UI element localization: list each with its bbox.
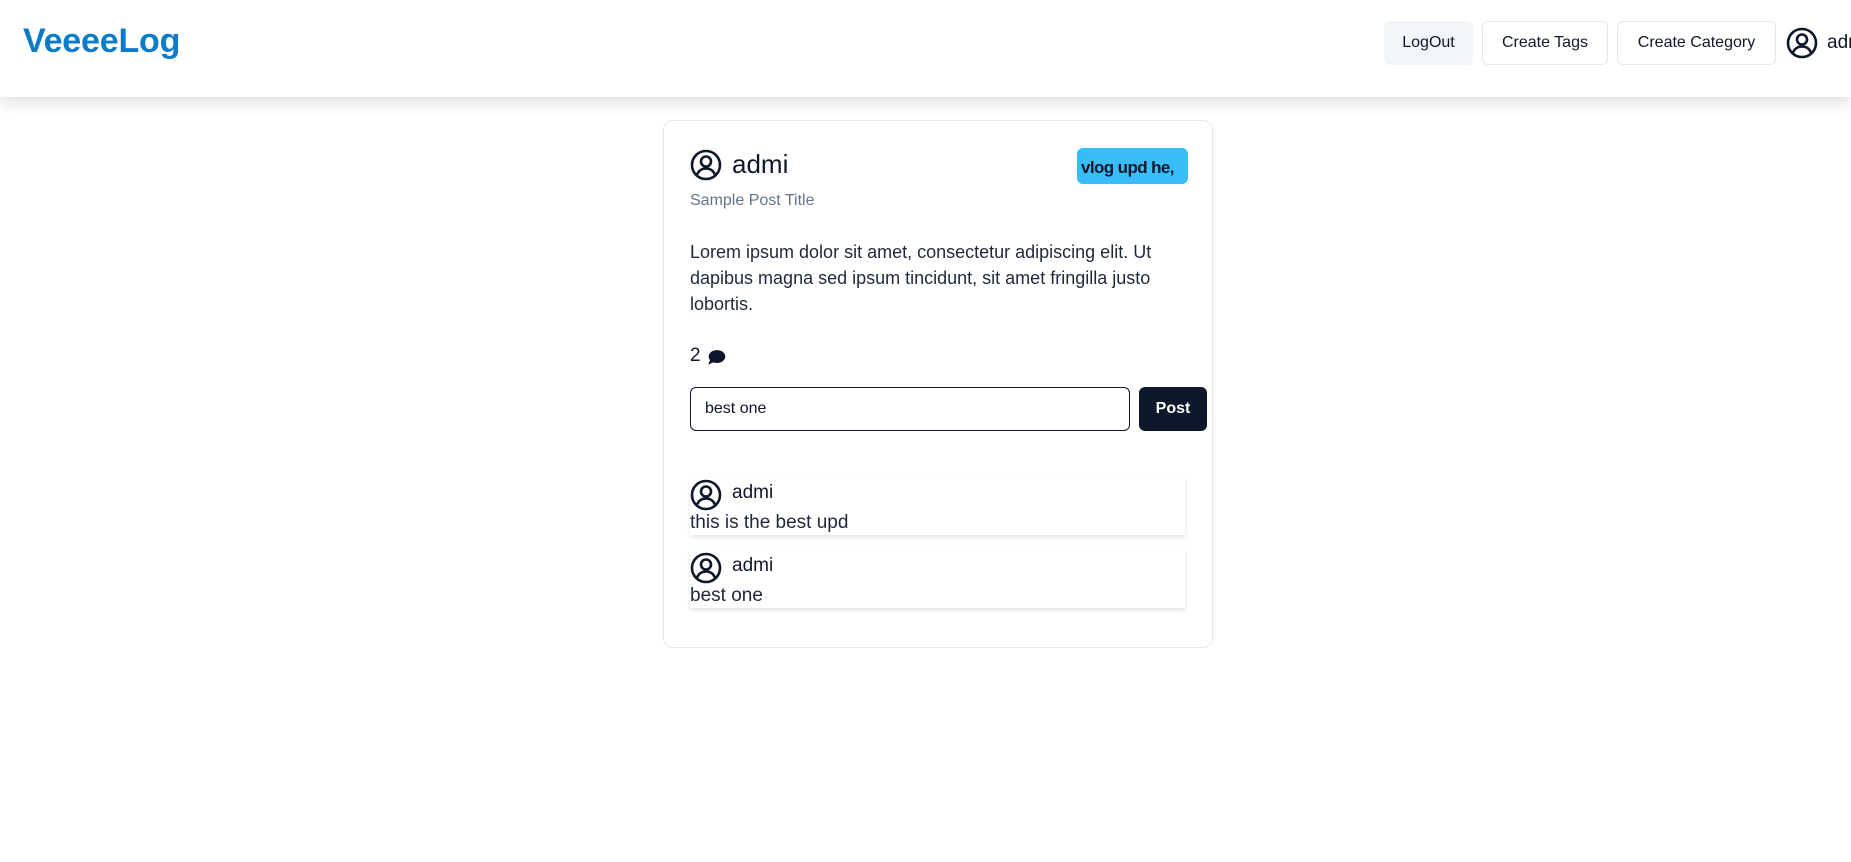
header-username[interactable]: admi [1827, 32, 1851, 54]
logout-button[interactable]: LogOut [1384, 21, 1473, 65]
post-author-name: admi [732, 149, 789, 179]
post-body: Lorem ipsum dolor sit amet, consectetur … [690, 242, 1152, 314]
comment-text: best one [690, 585, 763, 606]
user-circle-icon[interactable] [1786, 27, 1818, 59]
comment-input[interactable] [690, 387, 1130, 431]
post-card: admi vlog upd he, Sample Post Title Lore… [663, 120, 1213, 648]
comment-item: admi best one [690, 550, 1185, 608]
top-navbar: VeeeeLog LogOut Create Tags Create Categ… [0, 0, 1851, 97]
user-circle-icon [690, 479, 722, 511]
post-comment-button[interactable]: Post [1139, 387, 1207, 431]
user-circle-icon [690, 149, 722, 181]
chat-bubble-icon [707, 349, 725, 365]
comment-item: admi this is the best upd [690, 477, 1185, 535]
comment-author: admi [732, 482, 774, 503]
comment-author: admi [732, 555, 774, 576]
comment-text: this is the best upd [690, 512, 849, 533]
comment-count-row: 2 [690, 345, 726, 367]
post-title: Sample Post Title [690, 192, 815, 209]
user-circle-icon [690, 552, 722, 584]
brand-logo[interactable]: VeeeeLog [23, 22, 180, 61]
post-tag-badge[interactable]: vlog upd he, [1077, 148, 1188, 184]
create-category-button[interactable]: Create Category [1617, 21, 1776, 65]
comment-count: 2 [690, 345, 701, 366]
create-tags-button[interactable]: Create Tags [1482, 21, 1608, 65]
